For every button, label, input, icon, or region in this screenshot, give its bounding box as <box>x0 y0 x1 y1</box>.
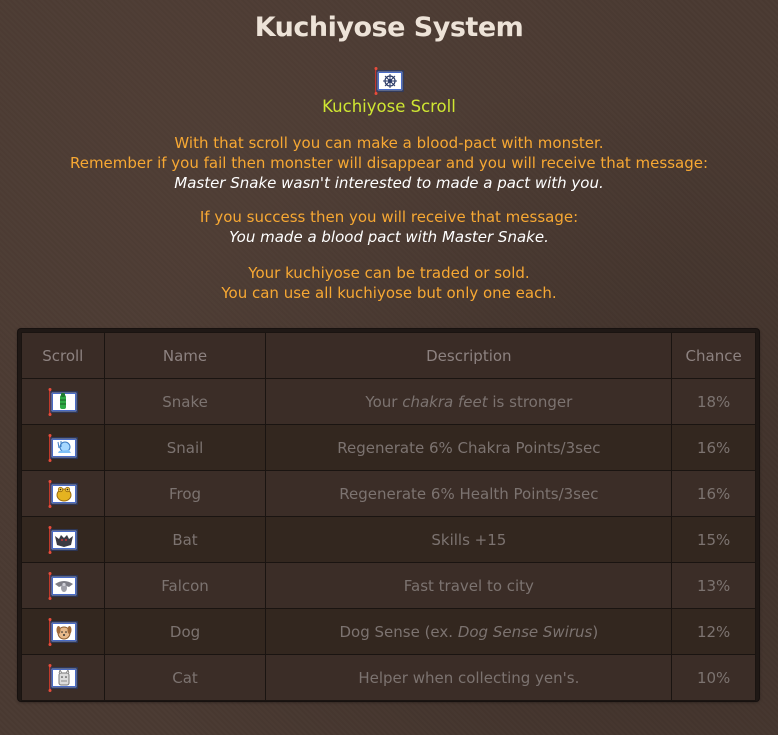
scroll-cell <box>21 654 105 701</box>
falcon-scroll-icon <box>47 571 78 600</box>
description-text: Your <box>365 392 403 411</box>
info-line: Remember if you fail then monster will d… <box>69 154 709 172</box>
scroll-cell <box>21 424 105 471</box>
kuchiyose-table: Scroll Name Description Chance Snake Your… <box>21 332 756 701</box>
info-line: Your kuchiyose can be traded or sold. <box>248 264 530 282</box>
scroll-cell <box>21 470 105 517</box>
chance-cell: 18% <box>671 378 756 425</box>
chance-cell: 16% <box>671 424 756 471</box>
description-text: Regenerate 6% Chakra Points/3sec <box>337 438 601 457</box>
chance-cell: 12% <box>671 608 756 655</box>
info-line: You can use all kuchiyose but only one e… <box>221 284 557 302</box>
scroll-cell <box>21 516 105 563</box>
fail-message: Master Snake wasn't interested to made a… <box>174 174 604 192</box>
chance-cell: 13% <box>671 562 756 609</box>
table-row: Snake Your chakra feet is stronger 18% <box>21 378 756 425</box>
table-header-row: Scroll Name Description Chance <box>21 332 756 379</box>
description-cell: Helper when collecting yen's. <box>265 654 673 701</box>
header-description: Description <box>265 332 673 379</box>
info-block-trade: Your kuchiyose can be traded or sold. Yo… <box>0 263 778 303</box>
description-text: Regenerate 6% Health Points/3sec <box>339 484 599 503</box>
scroll-cell <box>21 562 105 609</box>
description-cell: Your chakra feet is stronger <box>265 378 673 425</box>
success-message: You made a blood pact with Master Snake. <box>229 228 549 246</box>
info-block-success: If you success then you will receive tha… <box>0 207 778 247</box>
description-cell: Regenerate 6% Health Points/3sec <box>265 470 673 517</box>
chance-cell: 10% <box>671 654 756 701</box>
description-cell: Regenerate 6% Chakra Points/3sec <box>265 424 673 471</box>
table-row: Frog Regenerate 6% Health Points/3sec 16% <box>21 470 756 517</box>
info-line: With that scroll you can make a blood-pa… <box>174 134 604 152</box>
description-text: Dog Sense (ex. <box>339 622 458 641</box>
description-emphasis: chakra feet <box>402 392 488 411</box>
description-emphasis: Dog Sense Swirus <box>457 622 593 641</box>
name-cell: Cat <box>103 654 267 701</box>
snail-scroll-icon <box>47 433 78 462</box>
description-text: Fast travel to city <box>403 576 534 595</box>
chance-cell: 16% <box>671 470 756 517</box>
table-row: Dog Dog Sense (ex. Dog Sense Swirus) 12% <box>21 608 756 655</box>
chance-cell: 15% <box>671 516 756 563</box>
table-row: Snail Regenerate 6% Chakra Points/3sec 16% <box>21 424 756 471</box>
name-cell: Snail <box>103 424 267 471</box>
description-text: is stronger <box>487 392 573 411</box>
header-name: Name <box>103 332 267 379</box>
kuchiyose-table-container: Scroll Name Description Chance Snake Your… <box>18 329 759 701</box>
description-text: Helper when collecting yen's. <box>358 668 580 687</box>
scroll-name: Kuchiyose Scroll <box>322 97 456 116</box>
name-cell: Frog <box>103 470 267 517</box>
description-cell: Fast travel to city <box>265 562 673 609</box>
table-row: Falcon Fast travel to city 13% <box>21 562 756 609</box>
cat-scroll-icon <box>47 663 78 692</box>
description-text: ) <box>592 622 599 641</box>
name-cell: Falcon <box>103 562 267 609</box>
header-chance: Chance <box>671 332 756 379</box>
scroll-cell <box>21 608 105 655</box>
kuchiyose-scroll-icon <box>374 67 404 95</box>
description-text: Skills +15 <box>431 530 507 549</box>
table-row: Bat Skills +15 15% <box>21 516 756 563</box>
table-row: Cat Helper when collecting yen's. 10% <box>21 654 756 701</box>
dog-scroll-icon <box>47 617 78 646</box>
page-title: Kuchiyose System <box>254 12 524 43</box>
name-cell: Bat <box>103 516 267 563</box>
description-cell: Skills +15 <box>265 516 673 563</box>
header-scroll: Scroll <box>21 332 105 379</box>
name-cell: Dog <box>103 608 267 655</box>
snake-scroll-icon <box>47 387 78 416</box>
name-cell: Snake <box>103 378 267 425</box>
info-block-pact: With that scroll you can make a blood-pa… <box>0 133 778 193</box>
description-cell: Dog Sense (ex. Dog Sense Swirus) <box>265 608 673 655</box>
scroll-cell <box>21 378 105 425</box>
bat-scroll-icon <box>47 525 78 554</box>
info-line: If you success then you will receive tha… <box>199 208 579 226</box>
frog-scroll-icon <box>47 479 78 508</box>
